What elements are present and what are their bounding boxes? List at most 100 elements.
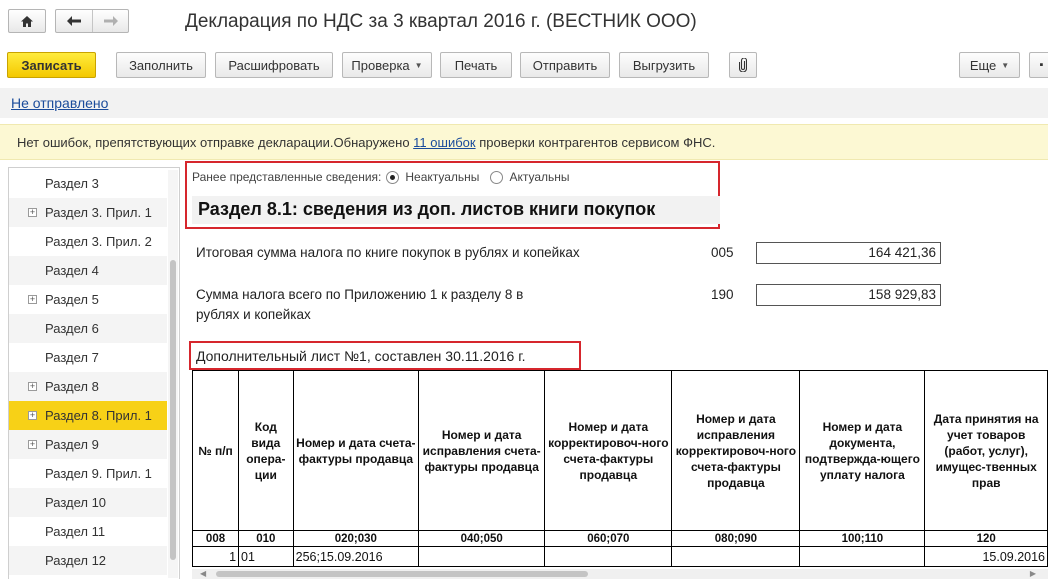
fill-button[interactable]: Заполнить <box>116 52 206 78</box>
scroll-left-icon[interactable]: ◀ <box>200 569 206 578</box>
send-button[interactable]: Отправить <box>520 52 610 78</box>
table-header-cell: № п/п <box>191 370 240 531</box>
table-row-cell[interactable]: 15.09.2016 <box>924 546 1048 567</box>
sidebar-item[interactable]: Раздел 6 <box>9 314 167 343</box>
radio-irrelevant-label[interactable]: Неактуальны <box>405 170 479 184</box>
table-header-cell: Номер и дата исправления корректировоч-н… <box>671 370 801 531</box>
table-row-cell[interactable]: 1 <box>191 546 240 567</box>
prev-info-group: Ранее представленные сведения: Неактуаль… <box>192 170 570 184</box>
sidebar-item-label: Раздел 9. Прил. 1 <box>45 466 152 481</box>
table-header-cell: Номер и дата документа, подтвержда-ющего… <box>799 370 926 531</box>
status-row: Не отправлено <box>0 88 1048 118</box>
paperclip-icon <box>739 58 747 72</box>
table-header-cell: Дата принятия на учет товаров (работ, ус… <box>924 370 1048 531</box>
decode-button[interactable]: Расшифровать <box>215 52 333 78</box>
sidebar-item[interactable]: + Раздел 8. Прил. 1 <box>9 401 167 430</box>
sidebar-item-label: Раздел 3. Прил. 2 <box>45 234 152 249</box>
table-code-row: 008 010 020;030 040;050 060;070 080;090 100;11… <box>191 530 1048 547</box>
additional-sheet-title: Дополнительный лист №1, составлен 30.11.… <box>196 348 526 364</box>
attach-button[interactable] <box>729 52 757 78</box>
banner-text: Нет ошибок, препятствующих отправке декл… <box>17 135 715 150</box>
not-sent-link[interactable]: Не отправлено <box>11 95 108 111</box>
table-row-cell[interactable]: 01 <box>238 546 294 567</box>
total-tax-code: 005 <box>711 245 734 260</box>
banner-text-after: проверки контрагентов сервисом ФНС. <box>475 135 716 150</box>
sidebar-item-label: Раздел 7 <box>45 350 99 365</box>
sidebar-scrollbar[interactable] <box>168 170 178 578</box>
table-row-cell[interactable]: 256;15.09.2016 <box>292 546 420 567</box>
sidebar-item[interactable]: Раздел 12 <box>9 546 167 575</box>
table-header-cell: Номер и дата корректировоч-ного счета-фа… <box>544 370 673 531</box>
history-navigation <box>55 9 129 33</box>
purchase-book-table: № п/п Код вида опера-ции Номер и дата счет… <box>191 370 1048 567</box>
expand-icon[interactable]: + <box>28 411 37 420</box>
dropdown-arrow-icon: ▼ <box>1001 60 1010 70</box>
radio-relevant[interactable] <box>490 170 504 184</box>
sidebar-item-label: Раздел 6 <box>45 321 99 336</box>
check-dropdown-button[interactable]: Проверка ▼ <box>342 52 432 78</box>
table-scrollbar-thumb[interactable] <box>216 571 588 577</box>
check-button-label: Проверка <box>351 57 410 73</box>
save-button[interactable]: Записать <box>7 52 96 78</box>
errors-link[interactable]: 11 ошибок <box>413 135 475 150</box>
more-button-label: Еще <box>969 57 997 73</box>
sidebar-item[interactable]: + Раздел 9 <box>9 430 167 459</box>
title-bar: Декларация по НДС за 3 квартал 2016 г. (… <box>0 0 1048 46</box>
sidebar-item[interactable]: Раздел 7 <box>9 343 167 372</box>
table-header: № п/п Код вида опера-ции Номер и дата счет… <box>191 370 1048 531</box>
toolbar: Записать Заполнить Расшифровать Проверка… <box>0 46 1048 86</box>
sidebar-item[interactable]: Раздел 3. Прил. 2 <box>9 227 167 256</box>
sidebar-item-label: Раздел 12 <box>45 553 107 568</box>
sidebar-scrollbar-thumb[interactable] <box>170 260 176 560</box>
print-button[interactable]: Печать <box>440 52 512 78</box>
table-row-cell[interactable] <box>418 546 546 567</box>
sidebar-item-label: Раздел 11 <box>45 524 106 539</box>
arrow-right-icon <box>103 16 118 26</box>
table-header-cell: Код вида опера-ции <box>238 370 294 531</box>
section-title: Раздел 8.1: сведения из доп. листов книг… <box>192 196 720 224</box>
home-button[interactable] <box>8 9 46 33</box>
sidebar-item-label: Раздел 3 <box>45 176 99 191</box>
radio-irrelevant[interactable] <box>386 170 400 184</box>
appendix-tax-label: Сумма налога всего по Приложению 1 к раз… <box>196 285 523 325</box>
expand-icon[interactable]: + <box>28 382 37 391</box>
sidebar-item[interactable]: + Раздел 5 <box>9 285 167 314</box>
home-icon <box>21 15 33 27</box>
forward-button[interactable] <box>92 10 128 32</box>
sidebar-item[interactable]: + Раздел 3. Прил. 1 <box>9 198 167 227</box>
table-code-row-cell: 020;030 <box>292 530 420 547</box>
total-tax-field[interactable]: 164 421,36 <box>756 242 941 264</box>
more-dropdown-button[interactable]: Еще ▼ <box>959 52 1020 78</box>
appendix-tax-code: 190 <box>711 287 734 302</box>
info-banner: Нет ошибок, препятствующих отправке декл… <box>0 124 1048 160</box>
appendix-tax-field[interactable]: 158 929,83 <box>756 284 941 306</box>
table-horizontal-scrollbar[interactable]: ◀ ▶ <box>192 569 1048 579</box>
upload-button[interactable]: Выгрузить <box>619 52 709 78</box>
expand-icon[interactable]: + <box>28 440 37 449</box>
table-code-row-cell: 008 <box>191 530 240 547</box>
radio-relevant-label[interactable]: Актуальны <box>509 170 569 184</box>
sidebar-item[interactable]: Раздел 11 <box>9 517 167 546</box>
sidebar-item[interactable]: Раздел 10 <box>9 488 167 517</box>
dots-icon: ▪ <box>1039 59 1044 71</box>
table-row-cell[interactable] <box>799 546 926 567</box>
banner-text-before: Нет ошибок, препятствующих отправке декл… <box>17 135 414 150</box>
sidebar-item-label: Раздел 4 <box>45 263 99 278</box>
back-button[interactable] <box>56 10 92 32</box>
sidebar-item-label: Раздел 3. Прил. 1 <box>45 205 152 220</box>
sidebar-item[interactable]: Раздел 4 <box>9 256 167 285</box>
table-row-cell[interactable] <box>671 546 801 567</box>
table-row-cell[interactable] <box>544 546 673 567</box>
table-header-cell: Номер и дата исправления счета-фактуры п… <box>418 370 546 531</box>
sections-sidebar: Раздел 3 + Раздел 3. Прил. 1 Раздел 3. Прил… <box>8 167 180 579</box>
scroll-right-icon[interactable]: ▶ <box>1030 569 1036 578</box>
sidebar-item[interactable]: Раздел 9. Прил. 1 <box>9 459 167 488</box>
sidebar-item[interactable]: Раздел 3 <box>9 169 167 198</box>
window-title: Декларация по НДС за 3 квартал 2016 г. (… <box>185 11 697 32</box>
more-actions-button[interactable]: ▪ <box>1029 52 1048 78</box>
table-code-row-cell: 060;070 <box>544 530 673 547</box>
expand-icon[interactable]: + <box>28 295 37 304</box>
sidebar-item-label: Раздел 10 <box>45 495 107 510</box>
expand-icon[interactable]: + <box>28 208 37 217</box>
sidebar-item[interactable]: + Раздел 8 <box>9 372 167 401</box>
